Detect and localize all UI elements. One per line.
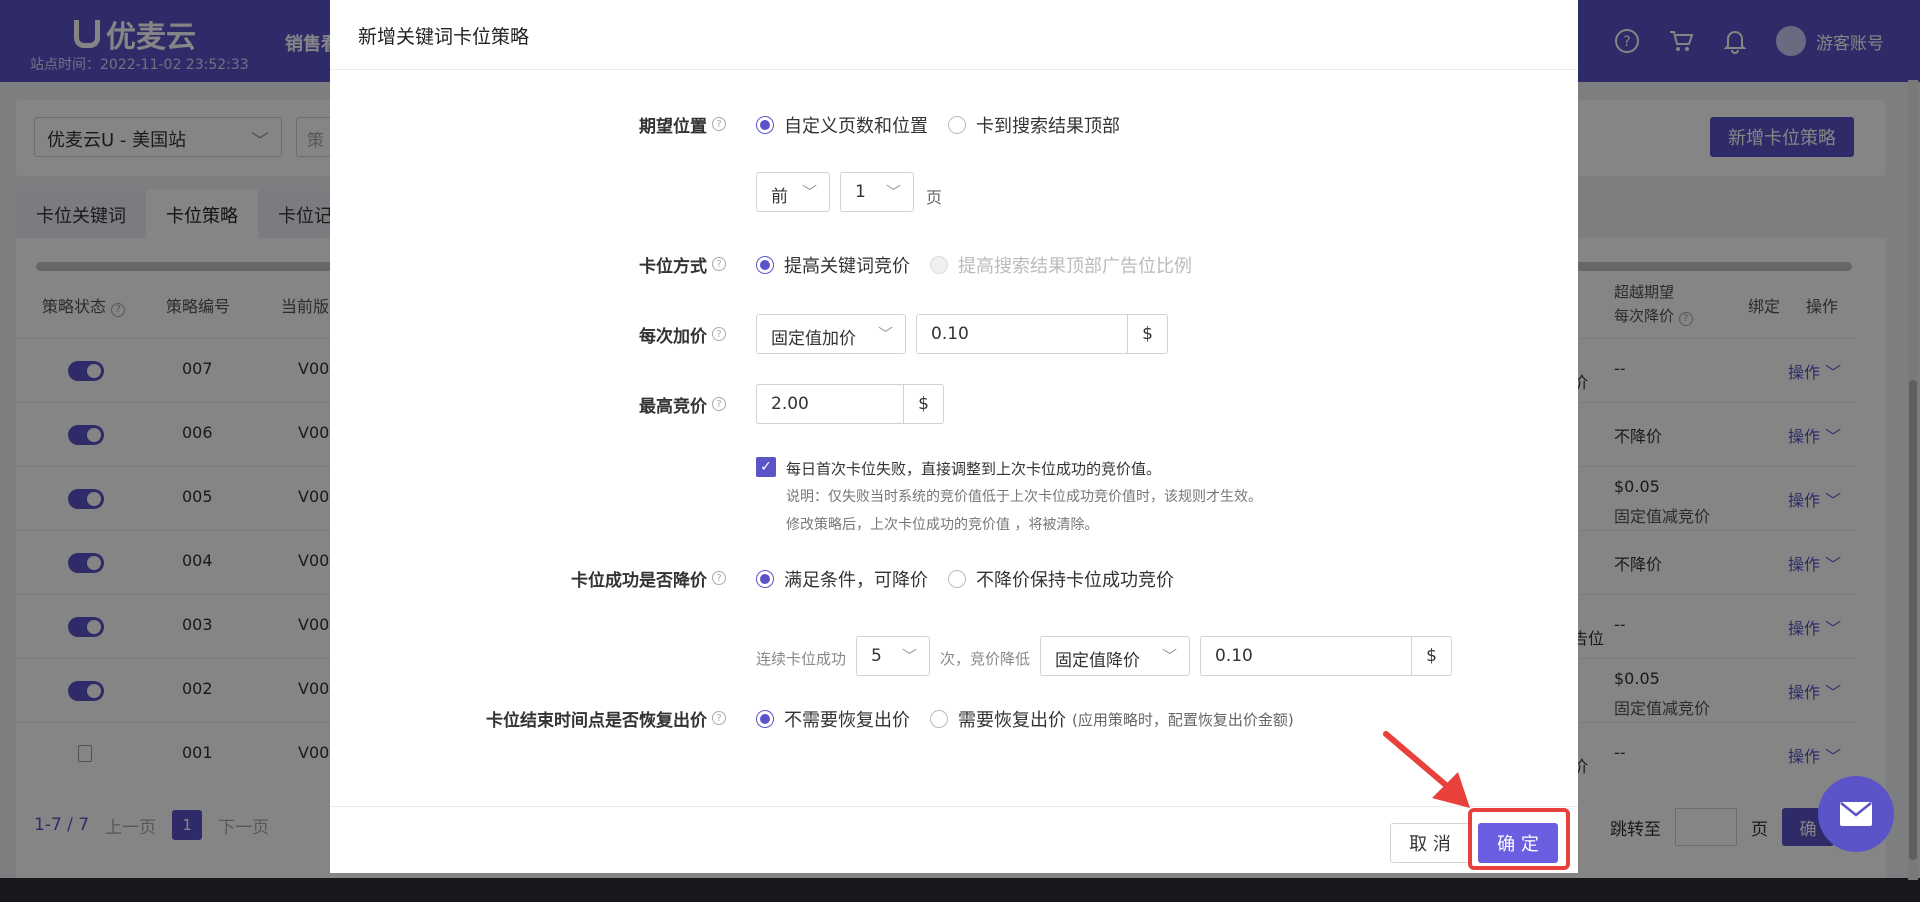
method-label: 卡位方式? bbox=[430, 252, 726, 277]
times-suffix: 次，竞价降低 bbox=[940, 650, 1031, 668]
radio-no-restore-label[interactable]: 不需要恢复出价 bbox=[784, 706, 910, 732]
chevron-down-icon: ﹀ bbox=[901, 647, 917, 665]
radio-restore-label[interactable]: 需要恢复出价 bbox=[958, 706, 1066, 732]
help-icon[interactable]: ? bbox=[712, 327, 726, 341]
radio-allow-reduce-label[interactable]: 满足条件，可降价 bbox=[784, 566, 928, 592]
reduce-radio-group: 满足条件，可降价 不降价保持卡位成功竞价 bbox=[756, 566, 1194, 592]
daily-fail-checkbox[interactable]: ✓ bbox=[756, 457, 776, 477]
increment-unit: $ bbox=[1128, 314, 1168, 354]
radio-restore[interactable] bbox=[930, 710, 948, 728]
modal-footer: 取 消 确 定 bbox=[330, 806, 1578, 873]
annotation-arrow-icon bbox=[1383, 731, 1470, 808]
daily-fail-note-1: 说明：仅失败当时系统的竞价值低于上次卡位成功竞价值时，该规则才生效。 bbox=[786, 489, 1262, 505]
cancel-button[interactable]: 取 消 bbox=[1390, 823, 1470, 863]
reduce-value-input[interactable]: 0.10 bbox=[1200, 636, 1412, 676]
radio-raise-top-ratio bbox=[930, 256, 948, 274]
help-icon[interactable]: ? bbox=[712, 117, 726, 131]
max-bid-label: 最高竞价? bbox=[430, 392, 726, 417]
radio-no-restore[interactable] bbox=[756, 710, 774, 728]
restore-hint: (应用策略时，配置恢复出价金额) bbox=[1072, 710, 1294, 729]
radio-allow-reduce[interactable] bbox=[756, 570, 774, 588]
mail-icon bbox=[1840, 802, 1872, 826]
radio-raise-keyword-bid[interactable] bbox=[756, 256, 774, 274]
help-icon[interactable]: ? bbox=[712, 571, 726, 585]
times-select[interactable]: 5 ﹀ bbox=[856, 636, 930, 676]
reduce-label: 卡位成功是否降价? bbox=[430, 566, 726, 591]
help-icon[interactable]: ? bbox=[712, 257, 726, 271]
reduce-unit: $ bbox=[1412, 636, 1452, 676]
method-radio-group: 提高关键词竞价 提高搜索结果顶部广告位比例 bbox=[756, 252, 1212, 278]
max-bid-unit: $ bbox=[904, 384, 944, 424]
daily-fail-text[interactable]: 每日首次卡位失败，直接调整到上次卡位成功的竞价值。 bbox=[786, 458, 1161, 479]
expected-position-radio-group: 自定义页数和位置 卡到搜索结果顶部 bbox=[756, 112, 1140, 138]
help-icon[interactable]: ? bbox=[712, 711, 726, 725]
chevron-down-icon: ﹀ bbox=[1161, 647, 1177, 665]
range-select[interactable]: 前 ﹀ bbox=[756, 172, 830, 212]
radio-custom-page-position-label[interactable]: 自定义页数和位置 bbox=[784, 112, 928, 138]
increment-mode-select[interactable]: 固定值加价 ﹀ bbox=[756, 314, 906, 354]
restore-radio-group: 不需要恢复出价 需要恢复出价 (应用策略时，配置恢复出价金额) bbox=[756, 706, 1294, 732]
chat-button[interactable] bbox=[1818, 776, 1894, 852]
consecutive-label: 连续卡位成功 bbox=[756, 650, 847, 668]
daily-fail-note-2: 修改策略后，上次卡位成功的竞价值 ，将被清除。 bbox=[786, 517, 1099, 533]
radio-raise-top-ratio-label: 提高搜索结果顶部广告位比例 bbox=[958, 256, 1192, 277]
radio-top-of-search-label[interactable]: 卡到搜索结果顶部 bbox=[976, 112, 1120, 138]
increment-value-input[interactable]: 0.10 bbox=[916, 314, 1128, 354]
modal-body: 期望位置? 自定义页数和位置 卡到搜索结果顶部 前 ﹀ 1 ﹀ 页 卡位方式? … bbox=[330, 70, 1578, 806]
radio-raise-keyword-bid-label[interactable]: 提高关键词竞价 bbox=[784, 252, 910, 278]
annotation-highlight-box bbox=[1468, 808, 1570, 870]
help-icon[interactable]: ? bbox=[712, 397, 726, 411]
increment-label: 每次加价? bbox=[430, 322, 726, 347]
page-unit: 页 bbox=[926, 188, 943, 207]
radio-top-of-search[interactable] bbox=[948, 116, 966, 134]
reduce-mode-select[interactable]: 固定值降价 ﹀ bbox=[1040, 636, 1190, 676]
chevron-down-icon: ﹀ bbox=[885, 183, 901, 201]
radio-keep-bid-label[interactable]: 不降价保持卡位成功竞价 bbox=[976, 566, 1174, 592]
radio-keep-bid[interactable] bbox=[948, 570, 966, 588]
expected-position-label: 期望位置? bbox=[430, 112, 726, 137]
max-bid-input[interactable]: 2.00 bbox=[756, 384, 904, 424]
restore-label: 卡位结束时间点是否恢复出价? bbox=[390, 706, 726, 731]
chevron-down-icon: ﹀ bbox=[877, 325, 893, 343]
radio-custom-page-position[interactable] bbox=[756, 116, 774, 134]
chevron-down-icon: ﹀ bbox=[801, 183, 817, 201]
modal-title: 新增关键词卡位策略 bbox=[330, 0, 1578, 70]
page-select[interactable]: 1 ﹀ bbox=[840, 172, 914, 212]
